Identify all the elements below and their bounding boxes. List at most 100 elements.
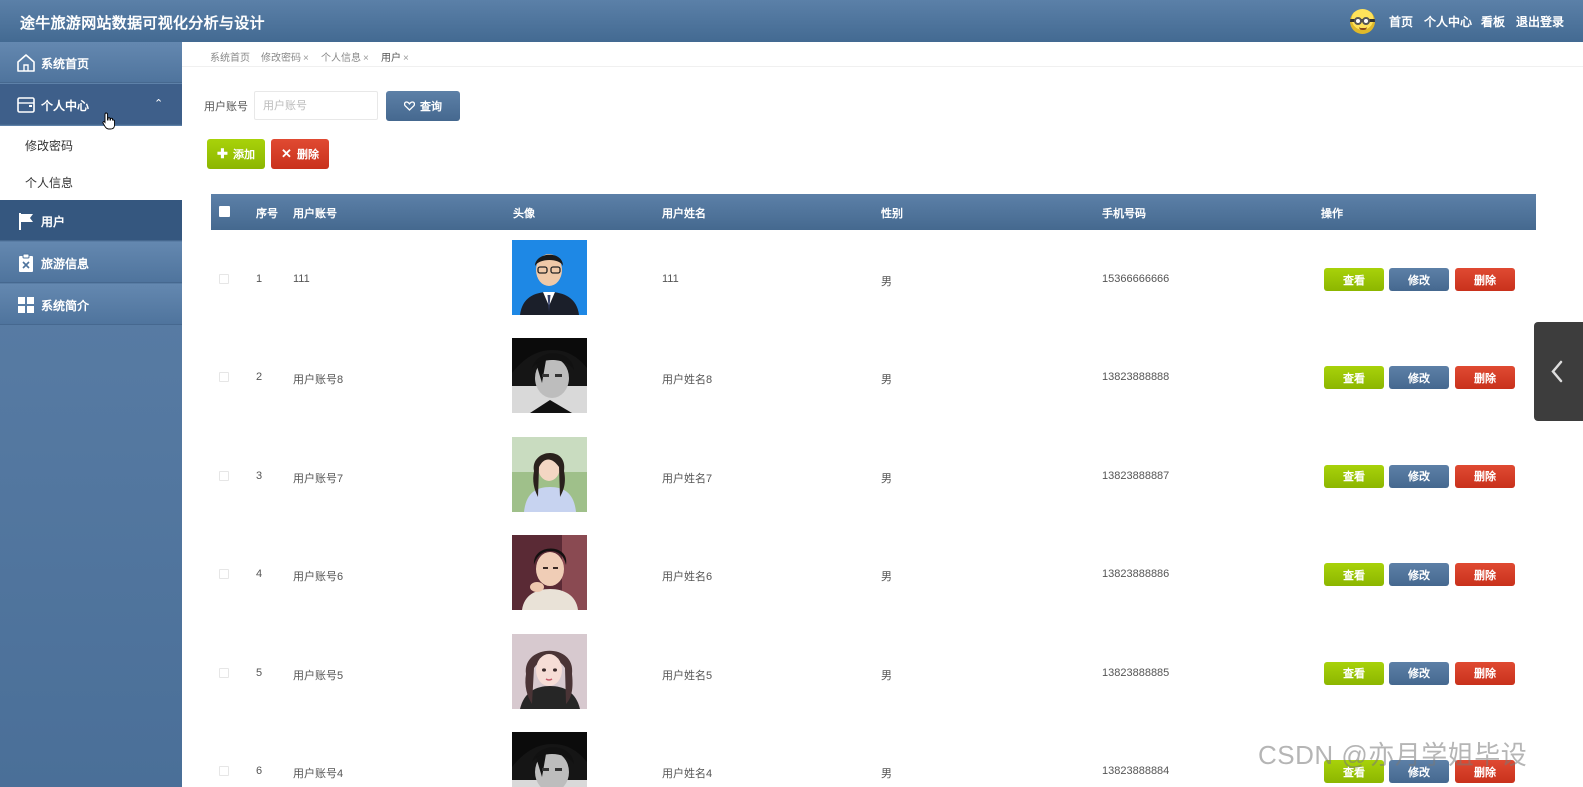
cell-phone: 13823888884 <box>1102 765 1170 777</box>
cell-phone: 13823888887 <box>1102 469 1170 482</box>
sidebar-item-system-intro[interactable]: 系统简介 <box>0 284 182 325</box>
edit-button[interactable]: 修改 <box>1389 464 1449 488</box>
chevron-up-icon: ⌃ <box>154 98 164 110</box>
breadcrumb: 系统首页 修改密码 × 个人信息 × 用户 × <box>182 42 1583 67</box>
submenu-item-change-password[interactable]: 修改密码 <box>0 126 182 163</box>
avatar <box>512 535 587 611</box>
column-header-actions: 操作 <box>1321 208 1343 220</box>
view-button[interactable]: 查看 <box>1324 268 1384 291</box>
edit-button[interactable]: 修改 <box>1389 366 1449 390</box>
cell-gender: 男 <box>881 276 892 288</box>
sidebar-item-home[interactable]: 系统首页 <box>0 42 182 83</box>
row-checkbox[interactable] <box>219 569 229 580</box>
avatar <box>512 436 587 512</box>
crumb-home[interactable]: 系统首页 <box>210 49 250 64</box>
select-all-checkbox[interactable] <box>219 206 230 217</box>
cell-index: 4 <box>256 568 263 581</box>
table-row: 3 用户账号7 用户姓名7 男 13823888887 查看 修改 删除 <box>211 427 1536 525</box>
crumb-personal-info[interactable]: 个人信息 × <box>321 49 369 64</box>
column-header-avatar: 头像 <box>513 208 535 220</box>
chevron-left-icon <box>1551 360 1563 383</box>
cell-index: 3 <box>256 469 263 482</box>
row-checkbox[interactable] <box>219 667 229 678</box>
edit-button[interactable]: 修改 <box>1389 268 1449 291</box>
sidebar-item-label: 系统简介 <box>41 299 90 313</box>
cell-gender: 男 <box>881 669 892 682</box>
close-icon[interactable]: × <box>403 53 409 64</box>
avatar <box>512 633 587 709</box>
row-checkbox[interactable] <box>219 766 229 776</box>
row-checkbox[interactable] <box>219 372 229 383</box>
view-button[interactable]: 查看 <box>1324 563 1384 587</box>
table-row: 1 111 111 男 15366666666 查看 修改 删除 <box>211 230 1536 328</box>
avatar <box>512 338 587 414</box>
account-search-input[interactable] <box>254 91 378 120</box>
delete-button[interactable]: 删除 <box>1455 563 1515 587</box>
column-header-account: 用户账号 <box>293 208 337 220</box>
view-button[interactable]: 查看 <box>1324 661 1384 685</box>
add-button[interactable]: ✚ 添加 <box>207 139 265 169</box>
cell-account: 用户账号7 <box>293 472 344 485</box>
avatar <box>512 732 587 787</box>
nav-personal-center[interactable]: 个人中心 <box>1424 13 1472 30</box>
cell-phone: 13823888888 <box>1102 371 1170 384</box>
sidebar-item-label: 用户 <box>41 215 66 229</box>
nav-logout[interactable]: 退出登录 <box>1516 13 1564 30</box>
cell-account: 111 <box>293 273 310 285</box>
nav-dashboard[interactable]: 看板 <box>1481 13 1505 30</box>
close-icon[interactable]: × <box>303 53 309 64</box>
cell-phone: 13823888886 <box>1102 568 1170 581</box>
sidebar-item-label: 个人中心 <box>41 99 90 113</box>
user-avatar[interactable] <box>1350 9 1375 34</box>
cell-account: 用户账号8 <box>293 374 344 387</box>
row-checkbox[interactable] <box>219 470 229 481</box>
collapse-panel-handle[interactable] <box>1534 322 1583 421</box>
top-header: 途牛旅游网站数据可视化分析与设计 首页 个人中心 看板 退出登录 <box>0 0 1583 42</box>
sidebar-item-personal-center[interactable]: 个人中心 ⌃ <box>0 84 182 125</box>
crumb-users[interactable]: 用户 × <box>381 49 409 64</box>
batch-delete-button[interactable]: ✕ 删除 <box>271 139 329 169</box>
table-row: 2 用户账号8 用户姓名8 男 13823888888 查看 修改 删除 <box>211 328 1536 426</box>
delete-button[interactable]: 删除 <box>1455 366 1515 390</box>
clipboard-icon <box>19 253 33 272</box>
close-icon: ✕ <box>281 146 292 161</box>
query-button[interactable]: 查询 <box>386 91 460 121</box>
cell-phone: 15366666666 <box>1102 273 1170 285</box>
nav-home[interactable]: 首页 <box>1389 13 1413 30</box>
sidebar-item-users[interactable]: 用户 <box>0 200 182 241</box>
table-row: 4 用户账号6 用户姓名6 男 13823888886 查看 修改 删除 <box>211 525 1536 623</box>
delete-button[interactable]: 删除 <box>1455 464 1515 488</box>
cell-gender: 男 <box>881 374 892 387</box>
cell-name: 用户姓名6 <box>662 571 713 584</box>
delete-button[interactable]: 删除 <box>1455 268 1515 291</box>
cell-name: 用户姓名5 <box>662 669 713 682</box>
view-button[interactable]: 查看 <box>1324 366 1384 390</box>
heart-icon <box>404 101 415 111</box>
watermark: CSDN @亦月学姐毕设 <box>1258 740 1528 770</box>
crumb-change-password[interactable]: 修改密码 × <box>261 49 309 64</box>
close-icon[interactable]: × <box>363 53 369 64</box>
submenu-item-personal-info[interactable]: 个人信息 <box>0 163 182 200</box>
avatar <box>512 240 587 315</box>
sidebar-item-label: 系统首页 <box>41 57 90 71</box>
view-button[interactable]: 查看 <box>1324 464 1384 488</box>
column-header-index: 序号 <box>256 208 278 220</box>
row-checkbox[interactable] <box>219 274 229 284</box>
table-header: 序号 用户账号 头像 用户姓名 性别 手机号码 操作 <box>211 194 1536 230</box>
edit-button[interactable]: 修改 <box>1389 661 1449 685</box>
cell-index: 2 <box>256 371 263 384</box>
cell-index: 1 <box>256 273 263 285</box>
edit-button[interactable]: 修改 <box>1389 563 1449 587</box>
cell-name: 用户姓名4 <box>662 768 713 780</box>
column-header-name: 用户姓名 <box>662 208 706 220</box>
sidebar-item-travel-info[interactable]: 旅游信息 <box>0 242 182 283</box>
cell-gender: 男 <box>881 571 892 584</box>
sidebar-item-label: 旅游信息 <box>41 257 90 271</box>
cell-account: 用户账号5 <box>293 669 344 682</box>
app-title: 途牛旅游网站数据可视化分析与设计 <box>20 15 265 32</box>
home-icon <box>17 54 35 72</box>
grid-icon <box>18 297 34 313</box>
account-search-label: 用户账号 <box>204 101 248 113</box>
delete-button[interactable]: 删除 <box>1455 661 1515 685</box>
table-row: 5 用户账号5 用户姓名5 男 13823888885 查看 修改 删除 <box>211 624 1536 722</box>
